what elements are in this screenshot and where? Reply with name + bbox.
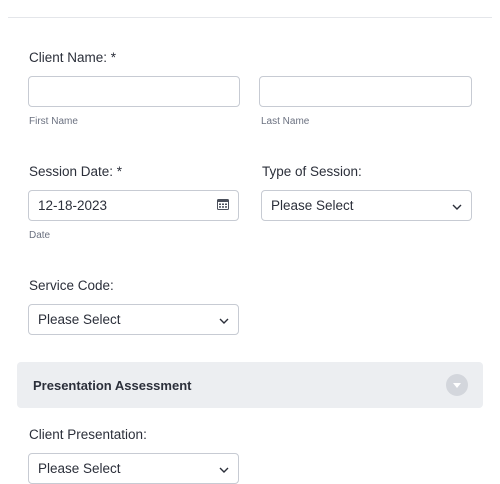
presentation-assessment-section-header[interactable]: Presentation Assessment: [17, 362, 483, 408]
client-presentation-label: Client Presentation:: [29, 427, 147, 442]
section-title: Presentation Assessment: [33, 378, 192, 393]
last-name-sublabel: Last Name: [261, 116, 310, 127]
client-presentation-value: Please Select: [38, 461, 121, 476]
session-date-value: 12-18-2023: [38, 198, 108, 213]
first-name-input[interactable]: [28, 76, 240, 107]
first-name-sublabel: First Name: [29, 116, 78, 127]
client-presentation-select[interactable]: Please Select: [28, 453, 239, 484]
service-code-label: Service Code:: [29, 278, 114, 293]
calendar-icon[interactable]: [217, 198, 229, 213]
chevron-down-icon: [452, 198, 462, 213]
session-date-sublabel: Date: [29, 230, 51, 241]
top-divider: [8, 17, 492, 18]
chevron-down-icon: [219, 461, 229, 476]
last-name-input[interactable]: [259, 76, 472, 107]
type-of-session-select[interactable]: Please Select: [261, 190, 472, 221]
chevron-down-circle-icon[interactable]: [446, 374, 468, 396]
session-date-input[interactable]: 12-18-2023: [28, 190, 239, 221]
service-code-select[interactable]: Please Select: [28, 304, 239, 335]
client-name-label: Client Name: *: [29, 50, 117, 65]
type-of-session-value: Please Select: [271, 198, 354, 213]
type-of-session-label: Type of Session:: [262, 164, 362, 179]
session-date-label: Session Date: *: [29, 164, 123, 179]
chevron-down-icon: [219, 312, 229, 327]
service-code-value: Please Select: [38, 312, 121, 327]
